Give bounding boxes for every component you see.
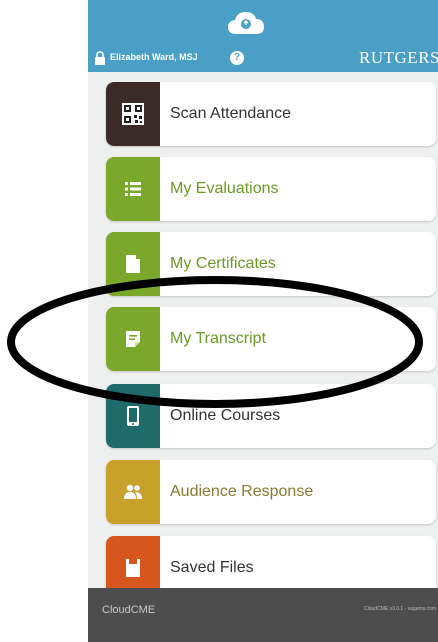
menu-tile: [106, 384, 160, 448]
lock-icon: [95, 51, 105, 65]
menu-tile: [106, 82, 160, 146]
menu-item-my-evaluations[interactable]: My Evaluations: [106, 157, 436, 221]
menu-item-label: My Certificates: [170, 255, 276, 272]
app-screen: Elizabeth Ward, MSJ ? RUTGERS Scan Atten…: [88, 0, 438, 642]
file-icon: [126, 559, 140, 577]
help-icon[interactable]: ?: [230, 51, 244, 65]
menu-item-label: Audience Response: [170, 483, 314, 500]
menu-item-label: Scan Attendance: [170, 105, 291, 122]
menu-tile: [106, 157, 160, 221]
people-icon: [124, 484, 142, 499]
menu-item-audience-response[interactable]: Audience Response: [106, 460, 436, 524]
brand-logo: RUTGERS: [359, 48, 438, 67]
menu-item-my-certificates[interactable]: My Certificates: [106, 232, 436, 296]
list-icon: [125, 182, 141, 196]
user-name[interactable]: Elizabeth Ward, MSJ: [110, 52, 198, 62]
qr-code-icon: [122, 103, 144, 125]
menu-tile: [106, 460, 160, 524]
menu-item-label: My Evaluations: [170, 180, 279, 197]
menu-tile: [106, 232, 160, 296]
user-bar: Elizabeth Ward, MSJ ? RUTGERS: [88, 46, 438, 70]
tablet-icon: [127, 406, 139, 426]
menu-item-label: My Transcript: [170, 330, 267, 347]
menu-item-scan-attendance[interactable]: Scan Attendance: [106, 82, 436, 146]
menu-item-my-transcript[interactable]: My Transcript: [106, 307, 436, 371]
footer-logo: CloudCME: [102, 604, 156, 616]
transcript-icon: [126, 331, 140, 347]
app-footer: CloudCME CloudCME v3.0.1 - sagems.com: [88, 588, 438, 642]
certificate-icon: [126, 255, 140, 273]
menu-item-label: Online Courses: [170, 407, 281, 424]
app-header: Elizabeth Ward, MSJ ? RUTGERS: [88, 0, 438, 72]
cloud-icon[interactable]: [227, 10, 265, 36]
footer-version: CloudCME v3.0.1 - sagems.com: [364, 606, 436, 612]
menu-item-online-courses[interactable]: Online Courses: [106, 384, 436, 448]
menu-tile: [106, 307, 160, 371]
